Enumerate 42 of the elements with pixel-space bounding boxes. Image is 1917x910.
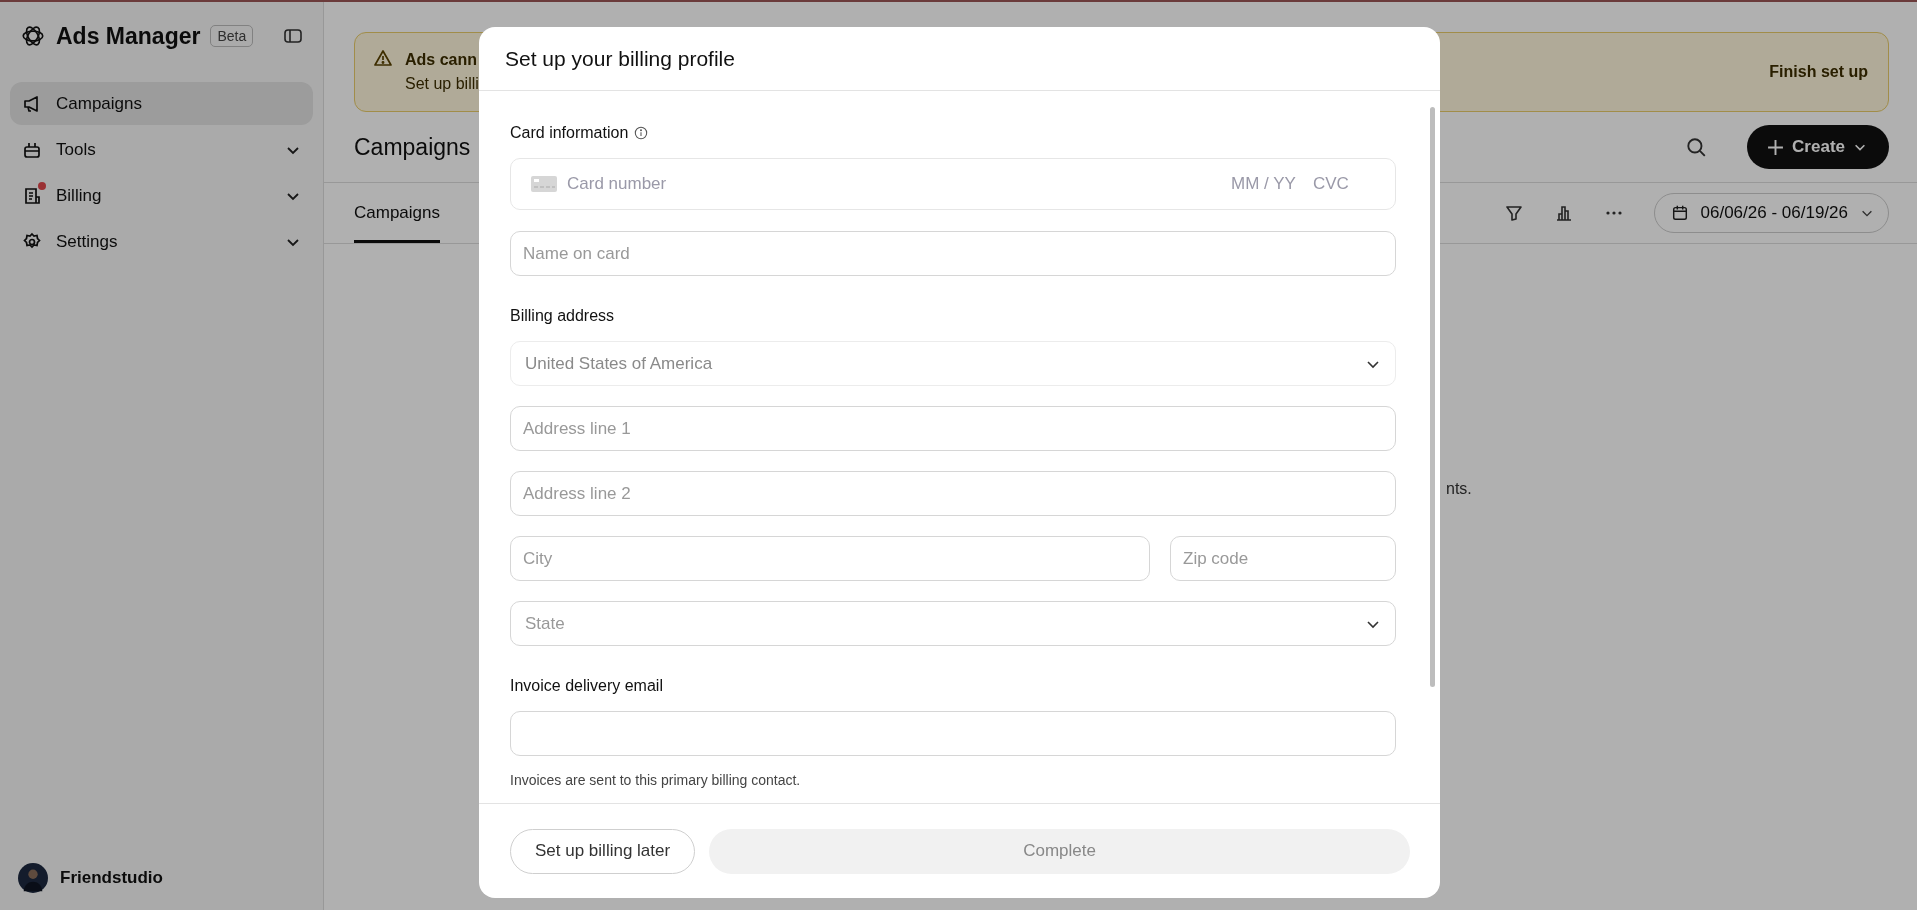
info-icon[interactable] <box>634 126 649 140</box>
page-title: Campaigns <box>354 133 471 161</box>
nav-item[interactable]: Billing <box>10 174 313 217</box>
nav-item[interactable]: Campaigns <box>10 82 313 125</box>
avatar <box>18 863 48 893</box>
card-field[interactable]: Card number MM / YY CVC <box>510 158 1396 210</box>
beta-badge: Beta <box>210 25 254 47</box>
calendar-icon <box>1670 204 1689 222</box>
user-name: Friendstudio <box>60 868 163 888</box>
warning-icon <box>373 48 393 68</box>
nav-item[interactable]: Tools <box>10 128 313 171</box>
dialog-title: Set up your billing profile <box>505 46 735 71</box>
date-range-picker[interactable]: 06/06/26 - 06/19/26 <box>1653 193 1889 233</box>
expiry-input[interactable]: MM / YY <box>1231 174 1303 194</box>
section-label: Invoice delivery email <box>510 677 663 695</box>
app-title: Ads Manager <box>56 22 201 50</box>
banner-title: Ads cann <box>405 51 478 69</box>
nav-item[interactable]: Settings <box>10 220 313 263</box>
filter-icon[interactable] <box>1503 203 1524 223</box>
finish-setup-link[interactable]: Finish set up <box>1763 62 1874 82</box>
banner-text: Set up billi <box>405 75 479 93</box>
later-button[interactable]: Set up billing later <box>510 828 696 874</box>
input-field[interactable] <box>510 711 1396 756</box>
plus-icon <box>1767 138 1785 156</box>
logo-icon <box>20 23 46 49</box>
sidebar-toggle-icon[interactable] <box>283 26 303 46</box>
section-label: Card information <box>510 124 629 142</box>
hint-text: Invoices are sent to this primary billing contact. <box>510 772 802 788</box>
input-field[interactable]: Address line 2 <box>510 471 1396 516</box>
search-icon[interactable] <box>1685 136 1708 158</box>
receipt-icon <box>22 185 42 206</box>
input-field[interactable]: Name on card <box>510 231 1396 276</box>
create-button[interactable]: Create <box>1747 125 1889 169</box>
empty-state-text: nts. <box>1446 480 1472 498</box>
input-field[interactable]: City <box>510 536 1150 581</box>
card-number-input[interactable]: Card number <box>567 174 1221 194</box>
input-field[interactable]: Address line 1 <box>510 406 1396 451</box>
cvc-input[interactable]: CVC <box>1313 174 1355 194</box>
input-field[interactable]: Zip code <box>1170 536 1396 581</box>
credit-card-icon <box>531 176 557 192</box>
section-label: Billing address <box>510 307 615 325</box>
tab[interactable]: Campaigns <box>354 183 440 243</box>
